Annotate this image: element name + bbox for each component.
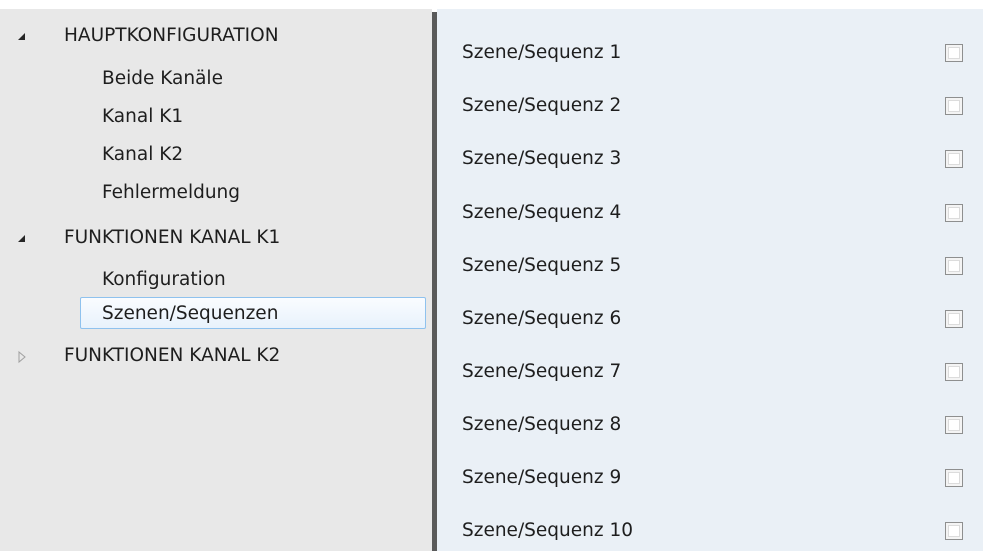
scene-sequence-checkbox[interactable]	[945, 150, 963, 168]
scene-sequence-label: Szene/Sequenz 1	[462, 42, 622, 63]
scene-sequence-checkbox[interactable]	[945, 44, 963, 62]
scene-sequence-checkbox[interactable]	[945, 469, 963, 487]
scene-sequence-label: Szene/Sequenz 2	[462, 95, 622, 116]
tree-item-fehlermeldung[interactable]: Fehlermeldung	[102, 177, 240, 207]
parameter-window: HAUPTKONFIGURATION Beide Kanäle Kanal K1…	[0, 0, 983, 551]
scene-sequence-label: Szene/Sequenz 6	[462, 308, 622, 329]
tree-item-label: HAUPTKONFIGURATION	[64, 24, 279, 46]
scene-sequence-row: Szene/Sequenz 10	[437, 511, 983, 551]
tree-item-label: Fehlermeldung	[102, 181, 241, 203]
scene-sequence-label: Szene/Sequenz 5	[462, 255, 622, 276]
tree-item-label: Kanal K2	[102, 143, 184, 165]
scene-sequence-row: Szene/Sequenz 9	[437, 458, 983, 498]
scene-sequence-label: Szene/Sequenz 7	[462, 361, 622, 382]
scene-sequence-checkbox[interactable]	[945, 416, 963, 434]
scene-sequence-checkbox[interactable]	[945, 363, 963, 381]
scene-sequence-row: Szene/Sequenz 5	[437, 246, 983, 286]
tree-item-funktionen-kanal-k2[interactable]: FUNKTIONEN KANAL K2	[0, 340, 280, 370]
tree-item-funktionen-kanal-k1[interactable]: FUNKTIONEN KANAL K1	[0, 222, 280, 252]
scene-sequence-label: Szene/Sequenz 3	[462, 148, 622, 169]
scene-sequence-checkbox[interactable]	[945, 522, 963, 540]
tree-item-szenen-sequenzen[interactable]: Szenen/Sequenzen	[80, 297, 426, 329]
tree-item-kanal-k1[interactable]: Kanal K1	[102, 101, 183, 131]
scene-sequence-row: Szene/Sequenz 2	[437, 86, 983, 126]
scene-sequence-checkbox[interactable]	[945, 257, 963, 275]
collapsed-triangle-icon[interactable]	[15, 348, 29, 364]
scene-sequence-label: Szene/Sequenz 8	[462, 414, 622, 435]
tree-item-label: Beide Kanäle	[102, 67, 223, 89]
tree-item-label: FUNKTIONEN KANAL K2	[64, 344, 281, 366]
scene-sequence-checkbox[interactable]	[945, 204, 963, 222]
tree-item-label: Szenen/Sequenzen	[102, 302, 279, 324]
scene-sequence-row: Szene/Sequenz 7	[437, 352, 983, 392]
scene-sequence-label: Szene/Sequenz 9	[462, 467, 622, 488]
parameter-panel: Szene/Sequenz 1 Szene/Sequenz 2 Szene/Se…	[437, 9, 983, 551]
scene-sequence-checkbox[interactable]	[945, 310, 963, 328]
tree-item-label: Kanal K1	[102, 105, 184, 127]
tree-item-label: Konfiguration	[102, 268, 226, 290]
expanded-triangle-icon[interactable]	[15, 28, 29, 42]
tree-item-konfiguration[interactable]: Konfiguration	[102, 264, 226, 294]
scene-sequence-row: Szene/Sequenz 8	[437, 405, 983, 445]
tree-item-beide-kanaele[interactable]: Beide Kanäle	[102, 63, 223, 93]
scene-sequence-row: Szene/Sequenz 4	[437, 193, 983, 233]
tree-item-label: FUNKTIONEN KANAL K1	[64, 226, 281, 248]
scene-sequence-row: Szene/Sequenz 1	[437, 33, 983, 73]
tree-panel: HAUPTKONFIGURATION Beide Kanäle Kanal K1…	[0, 9, 432, 551]
scene-sequence-label: Szene/Sequenz 10	[462, 520, 634, 541]
scene-sequence-row: Szene/Sequenz 6	[437, 299, 983, 339]
expanded-triangle-icon[interactable]	[15, 230, 29, 244]
tree-item-hauptkonfiguration[interactable]: HAUPTKONFIGURATION	[0, 20, 279, 50]
tree-item-kanal-k2[interactable]: Kanal K2	[102, 139, 183, 169]
scene-sequence-label: Szene/Sequenz 4	[462, 202, 622, 223]
scene-sequence-row: Szene/Sequenz 3	[437, 139, 983, 179]
scene-sequence-checkbox[interactable]	[945, 97, 963, 115]
